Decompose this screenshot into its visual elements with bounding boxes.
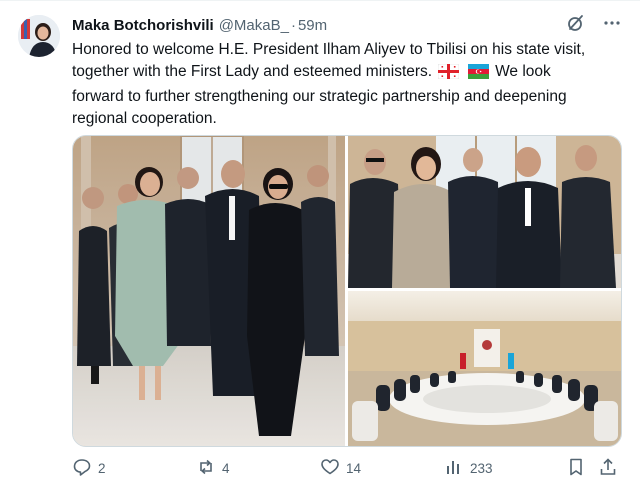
reply-count: 2 <box>98 460 106 476</box>
reply-icon <box>72 457 92 480</box>
grok-icon[interactable] <box>566 13 586 37</box>
header-separator: · <box>290 16 296 34</box>
tweet-text-line: Honored to welcome H.E. President Ilham … <box>72 41 586 58</box>
georgia-flag-icon <box>438 63 460 86</box>
tweet-header: Maka Botchorishvili @MakaB_ · 59m <box>72 15 622 35</box>
share-button[interactable] <box>598 457 618 479</box>
author-name[interactable]: Maka Botchorishvili <box>72 17 214 34</box>
more-options-icon[interactable] <box>602 13 622 37</box>
header-icons <box>566 15 622 35</box>
bookmark-icon <box>566 457 586 480</box>
share-icon <box>598 457 618 480</box>
views-button[interactable]: 233 <box>444 457 493 479</box>
author-handle[interactable]: @MakaB_ <box>219 17 289 34</box>
delegation-standing-photo[interactable] <box>348 136 621 288</box>
repost-count: 4 <box>222 460 230 476</box>
avatar[interactable] <box>18 15 60 57</box>
tweet-text-line: forward to further strengthening our str… <box>72 88 567 105</box>
views-count: 233 <box>470 460 493 476</box>
like-count: 14 <box>346 460 362 476</box>
heart-icon <box>320 457 340 480</box>
repost-icon <box>196 457 216 480</box>
tweet-text: Honored to welcome H.E. President Ilham … <box>72 39 632 130</box>
tweet-text-segment: together with the First Lady and esteeme… <box>72 63 433 80</box>
tweet[interactable]: Maka Botchorishvili @MakaB_ · 59m Honore… <box>0 0 640 494</box>
post-time[interactable]: 59m <box>298 17 327 34</box>
azerbaijan-flag-icon <box>467 64 489 86</box>
repost-button[interactable]: 4 <box>196 457 230 479</box>
media-grid <box>72 135 622 447</box>
reply-button[interactable]: 2 <box>72 457 106 479</box>
tweet-text-segment: We look <box>495 63 551 80</box>
views-icon <box>444 457 464 480</box>
bookmark-button[interactable] <box>566 457 586 479</box>
delegation-walking-photo[interactable] <box>73 136 345 446</box>
tweet-actions: 2 4 14 233 <box>72 457 620 479</box>
tweet-text-line: together with the First Lady and esteeme… <box>72 61 632 86</box>
like-button[interactable]: 14 <box>320 457 361 479</box>
tweet-text-line: regional cooperation. <box>72 110 217 127</box>
conference-table-photo[interactable] <box>348 291 621 446</box>
